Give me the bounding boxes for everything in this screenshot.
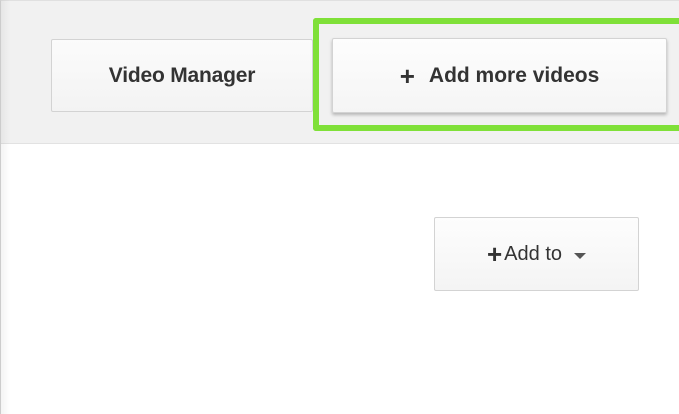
video-manager-label: Video Manager (108, 63, 256, 87)
add-to-button[interactable]: + Add to (434, 217, 639, 291)
panel-edge-shadow (0, 0, 10, 414)
add-more-videos-button[interactable]: + Add more videos (332, 38, 667, 113)
video-manager-button[interactable]: Video Manager (51, 39, 313, 112)
header-bar: Video Manager + Add more videos (1, 1, 679, 144)
caret-down-icon (574, 253, 586, 259)
add-more-videos-label: Add more videos (428, 63, 600, 87)
upload-panel: Video Manager + Add more videos + Add to (0, 0, 679, 414)
plus-icon: + (399, 60, 415, 91)
plus-icon: + (486, 239, 503, 269)
add-to-label: Add to (504, 242, 562, 265)
